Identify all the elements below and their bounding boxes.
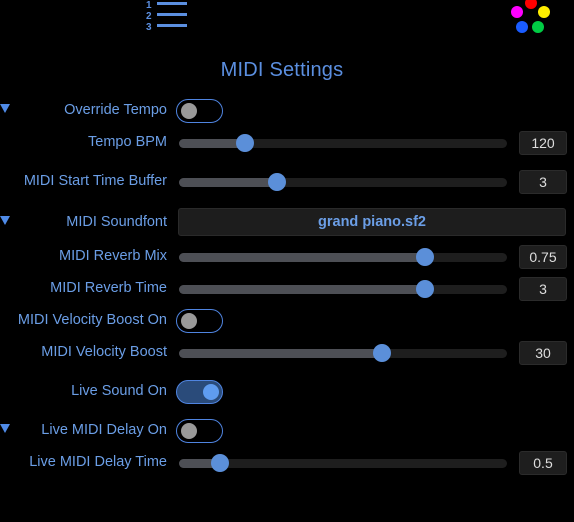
live-midi-delay-on-row: Live MIDI Delay On [0, 416, 574, 446]
velocity-boost-on-row: MIDI Velocity Boost On [0, 306, 574, 336]
slider-knob[interactable] [416, 248, 434, 266]
palette-dot [538, 6, 550, 18]
slider-fill [179, 285, 425, 294]
palette-dot [525, 0, 537, 9]
tempo-bpm-row: Tempo BPM 120 [0, 128, 574, 158]
live-midi-delay-on-toggle[interactable] [176, 419, 223, 443]
slider-knob[interactable] [416, 280, 434, 298]
start-time-buffer-row: MIDI Start Time Buffer 3 [0, 167, 574, 197]
reverb-time-label: MIDI Reverb Time [50, 280, 167, 296]
toggle-knob [181, 313, 197, 329]
tempo-bpm-label: Tempo BPM [88, 134, 167, 150]
override-tempo-toggle[interactable] [176, 99, 223, 123]
live-midi-delay-time-label: Live MIDI Delay Time [29, 454, 167, 470]
reverb-mix-label: MIDI Reverb Mix [59, 248, 167, 264]
slider-knob[interactable] [211, 454, 229, 472]
live-midi-delay-time-row: Live MIDI Delay Time 0.5 [0, 448, 574, 478]
page-title: MIDI Settings [220, 59, 344, 81]
tempo-bpm-input[interactable]: 120 [519, 131, 567, 155]
velocity-boost-slider[interactable] [179, 344, 507, 362]
velocity-boost-input[interactable]: 30 [519, 341, 567, 365]
toggle-knob [181, 423, 197, 439]
reverb-mix-input[interactable]: 0.75 [519, 245, 567, 269]
reverb-mix-row: MIDI Reverb Mix 0.75 [0, 242, 574, 272]
soundfont-row: MIDI Soundfont grand piano.sf2 [0, 208, 574, 238]
slider-fill [179, 178, 278, 187]
live-midi-delay-time-slider[interactable] [179, 454, 507, 472]
soundfont-file-selector[interactable]: grand piano.sf2 [178, 208, 566, 236]
numbered-list-icon[interactable]: 1 2 3 [144, 0, 190, 34]
palette-dot [511, 6, 523, 18]
reverb-time-input[interactable]: 3 [519, 277, 567, 301]
list-number-3: 3 [146, 22, 152, 33]
override-tempo-label: Override Tempo [64, 102, 167, 118]
reverb-time-slider[interactable] [179, 280, 507, 298]
slider-fill [179, 253, 425, 262]
start-time-buffer-slider[interactable] [179, 173, 507, 191]
collapse-triangle-icon[interactable] [0, 216, 10, 225]
collapse-triangle-icon[interactable] [0, 424, 10, 433]
velocity-boost-on-toggle[interactable] [176, 309, 223, 333]
velocity-boost-label: MIDI Velocity Boost [41, 344, 167, 360]
override-tempo-row: Override Tempo [0, 96, 574, 126]
live-sound-on-label: Live Sound On [71, 383, 167, 399]
slider-fill [179, 139, 245, 148]
reverb-mix-slider[interactable] [179, 248, 507, 266]
live-sound-on-toggle[interactable] [176, 380, 223, 404]
list-number-1: 1 [146, 0, 152, 11]
slider-knob[interactable] [235, 134, 254, 152]
toggle-knob [181, 103, 197, 119]
slider-fill [179, 349, 383, 358]
tempo-bpm-slider[interactable] [179, 134, 507, 152]
start-time-buffer-label: MIDI Start Time Buffer [23, 173, 167, 189]
velocity-boost-on-label: MIDI Velocity Boost On [17, 312, 167, 328]
start-time-buffer-input[interactable]: 3 [519, 170, 567, 194]
slider-knob[interactable] [268, 173, 287, 191]
midi-settings-panel: 1 2 3 MIDI Settings Override Tempo Tempo… [0, 0, 574, 522]
live-midi-delay-time-input[interactable]: 0.5 [519, 451, 567, 475]
list-number-2: 2 [146, 11, 152, 22]
soundfont-label: MIDI Soundfont [66, 214, 167, 230]
slider-knob[interactable] [373, 344, 392, 362]
palette-dot [516, 21, 528, 33]
color-palette-icon[interactable] [507, 0, 553, 36]
live-midi-delay-on-label: Live MIDI Delay On [41, 422, 167, 438]
velocity-boost-row: MIDI Velocity Boost 30 [0, 338, 574, 368]
live-sound-on-row: Live Sound On [0, 377, 574, 407]
toggle-knob [203, 384, 219, 400]
palette-dot [532, 21, 544, 33]
collapse-triangle-icon[interactable] [0, 104, 10, 113]
reverb-time-row: MIDI Reverb Time 3 [0, 274, 574, 304]
